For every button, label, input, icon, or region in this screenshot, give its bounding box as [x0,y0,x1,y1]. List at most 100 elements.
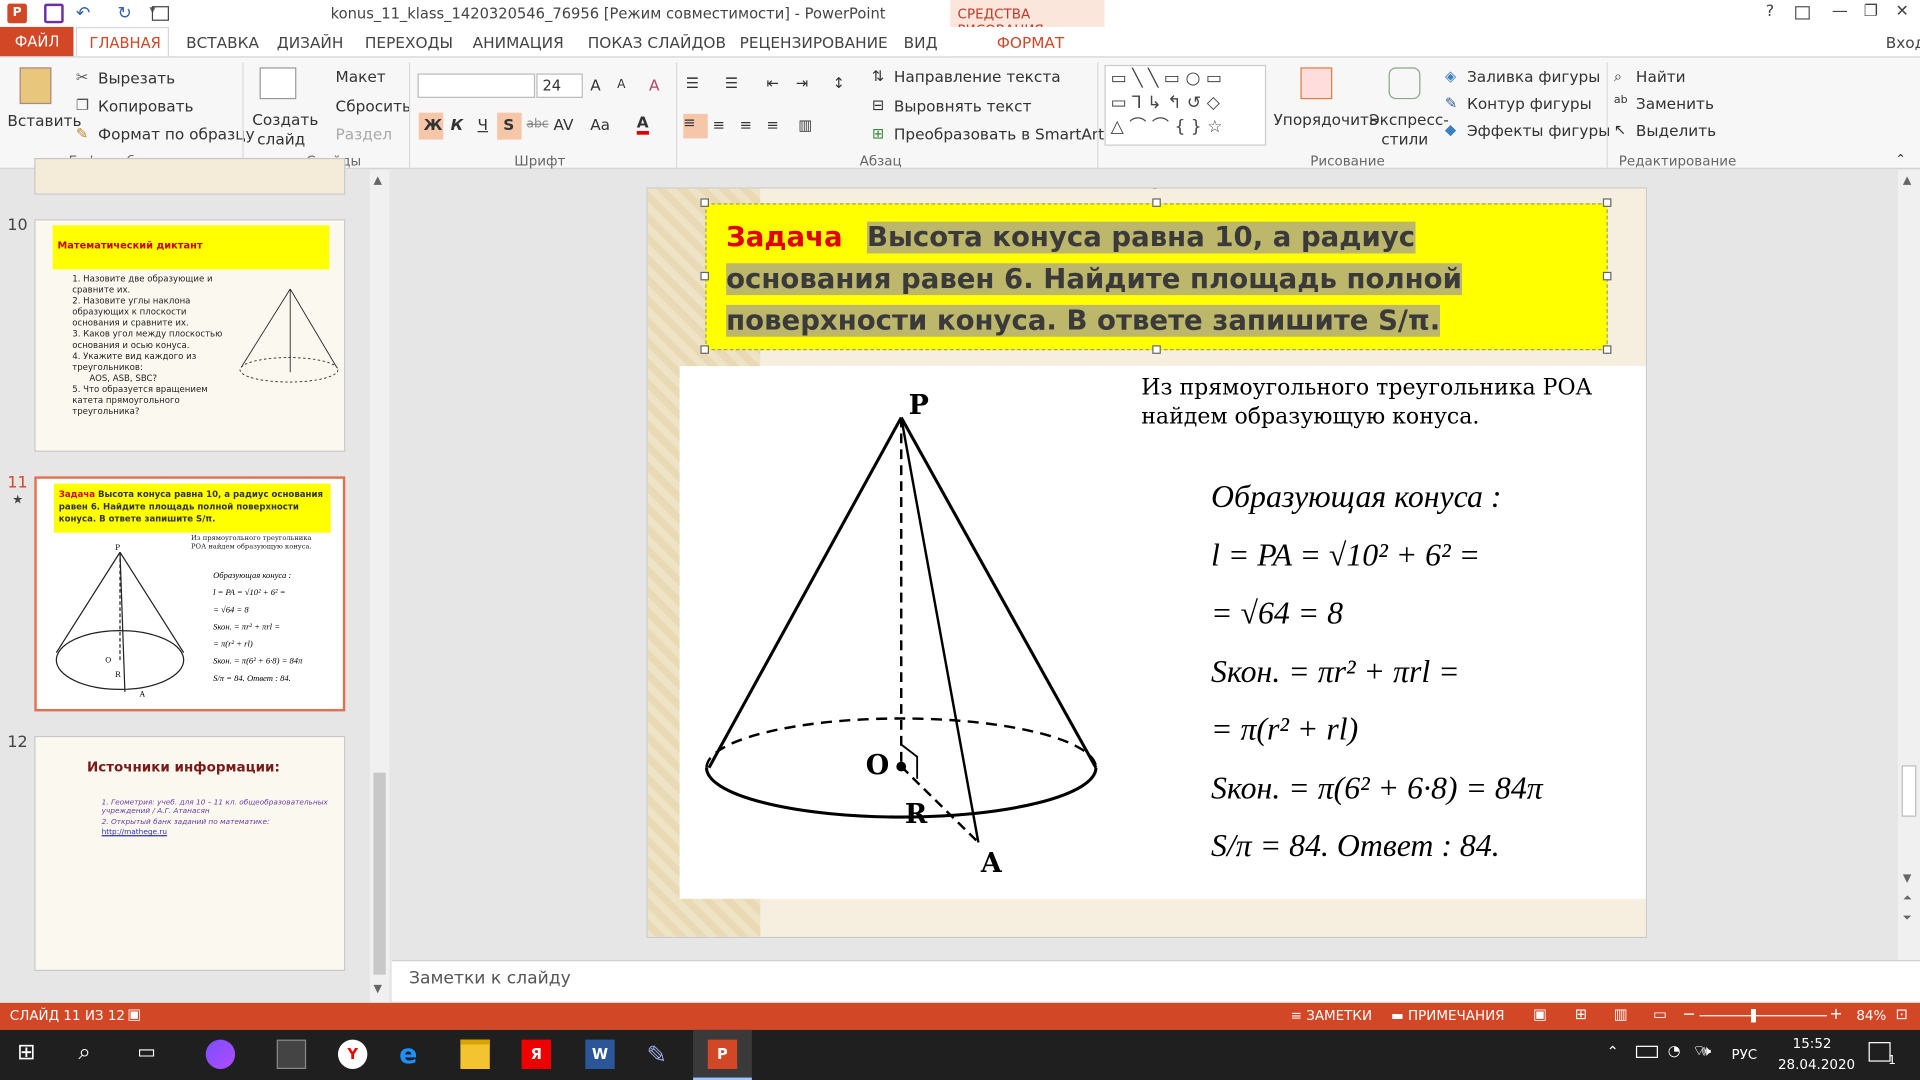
thumb-source-link[interactable]: http://mathege.ru [102,828,167,837]
undo-icon[interactable]: ↶ [76,4,96,24]
close-icon[interactable]: ✕ [1896,2,1909,20]
format-painter-button[interactable]: Формат по образцу [98,125,255,143]
word-icon[interactable]: W [585,1039,615,1069]
slide-sorter-icon[interactable]: ⊞ [1575,1005,1587,1022]
clock-time[interactable]: 15:52 [1793,1036,1832,1052]
scroll-up-icon[interactable]: ▲ [373,175,381,187]
scroll-down-icon[interactable]: ▼ [1903,873,1911,885]
next-slide-icon[interactable]: ⏷ [1903,912,1912,924]
justify-icon[interactable]: ≡ [767,116,787,136]
clock-date[interactable]: 28.04.2020 [1778,1057,1855,1073]
paint-icon[interactable]: ✎ [647,1040,676,1069]
numbering-icon[interactable]: ☰ [725,75,745,95]
slide-thumbnail-12[interactable]: Источники информации: 1. Геометрия: учеб… [34,735,346,972]
section-button[interactable]: Раздел [336,125,393,143]
arrange-button[interactable]: Упорядочить [1273,110,1378,128]
tab-home[interactable]: ГЛАВНАЯ [75,26,169,57]
quick-styles-icon[interactable] [1388,67,1421,100]
edge-icon[interactable]: e [399,1040,428,1071]
columns-icon[interactable]: ▥ [798,116,818,136]
slide-scrollbar[interactable]: ▲ ▼ ⏶ ⏷ [1897,170,1920,961]
formula-block[interactable]: Образующая конуса : l = PA = √10² + 6² =… [1211,468,1627,875]
new-slide-button[interactable]: Создать [252,110,318,128]
new-slide-icon[interactable] [259,67,297,100]
select-button[interactable]: Выделить [1636,121,1716,139]
input-language[interactable]: РУС [1731,1047,1757,1063]
resize-handle[interactable] [1602,198,1612,207]
shapes-gallery[interactable]: ▭ ╲ ╲ ▭ ○ ▭ ▭ ⅂ ↳ ↰ ↺ ◇ △ ⌒ ⌒ { } ☆ [1104,64,1267,146]
convert-smartart-button[interactable]: Преобразовать в SmartArt [894,125,1104,143]
slide-canvas[interactable]: Задача Высота конуса равна 10, а радиус … [646,187,1647,938]
comments-toggle[interactable]: ▬ ПРИМЕЧАНИЯ [1391,1008,1504,1024]
find-button[interactable]: Найти [1636,67,1686,85]
cut-button[interactable]: Вырезать [98,69,175,87]
rotate-handle-icon[interactable]: ↻ [1147,189,1161,195]
font-color-button[interactable]: A [636,113,649,135]
slideshow-view-icon[interactable]: ▭ [1653,1005,1667,1022]
resize-handle[interactable] [1152,345,1161,354]
bold-button[interactable]: Ж [418,112,444,140]
copy-button[interactable]: Копировать [98,97,194,115]
reading-view-icon[interactable]: ▥ [1614,1005,1628,1022]
char-spacing-button[interactable]: AV [553,115,573,133]
tab-insert[interactable]: ВСТАВКА [186,33,259,51]
align-text-button[interactable]: Выровнять текст [894,97,1032,115]
slide-thumbnail-9[interactable] [34,157,346,195]
powerpoint-icon[interactable]: P [707,1039,738,1069]
tab-slideshow[interactable]: ПОКАЗ СЛАЙДОВ [588,33,726,51]
previous-slide-icon[interactable]: ⏶ [1903,893,1912,905]
calculator-icon[interactable] [276,1039,307,1069]
quick-styles-button[interactable]: Экспресс- [1369,110,1449,128]
notes-pane[interactable]: Заметки к слайду [391,960,1920,1002]
shrink-font-icon[interactable]: A [617,78,625,91]
tab-file[interactable]: ФАЙЛ [0,26,74,57]
strikethrough-button[interactable]: abc [527,118,549,131]
thumbnails-scrollbar[interactable]: ▲ ▼ [369,170,390,1003]
volume-icon[interactable]: 🕪 [1702,1042,1731,1071]
shadow-button[interactable]: S [497,112,522,140]
ribbon-display-options-icon[interactable] [1795,6,1810,20]
reset-button[interactable]: Сбросить [336,97,412,115]
paste-icon[interactable] [19,67,52,105]
task-view-icon[interactable]: ▭ [137,1040,166,1069]
shape-outline-button[interactable]: Контур фигуры [1467,94,1592,112]
scroll-up-icon[interactable]: ▲ [1903,175,1911,187]
yandex-browser-icon[interactable]: Y [337,1039,368,1069]
show-hidden-icons-icon[interactable]: ⌃ [1607,1043,1636,1072]
quick-styles-button-line2[interactable]: стили [1381,130,1428,148]
bullets-icon[interactable]: ☰ [686,75,706,95]
text-direction-button[interactable]: Направление текста [894,67,1061,85]
file-explorer-icon[interactable] [460,1039,490,1069]
decrease-indent-icon[interactable]: ⇤ [767,75,787,95]
new-slide-button-line2[interactable]: слайд [257,130,305,148]
search-icon[interactable]: ⌕ [78,1040,107,1069]
zoom-slider-thumb[interactable] [1751,1008,1756,1023]
change-case-button[interactable]: Aa [590,115,610,133]
replace-button[interactable]: Заменить [1636,94,1714,112]
resize-handle[interactable] [700,198,709,207]
line-spacing-icon[interactable]: ↕ [833,75,853,95]
tab-transitions[interactable]: ПЕРЕХОДЫ [365,33,453,51]
sign-in-link[interactable]: Вход [1886,33,1920,51]
paste-button[interactable]: Вставить [7,111,81,129]
shape-effects-button[interactable]: Эффекты фигуры [1467,121,1610,139]
zoom-slider[interactable] [1699,1015,1827,1017]
intro-text[interactable]: Из прямоугольного треугольника РОА найде… [1141,373,1592,432]
windows-start-icon[interactable]: ⊞ [17,1040,46,1069]
minimize-icon[interactable]: — [1832,2,1848,20]
notes-toggle[interactable]: ≡ ЗАМЕТКИ [1291,1008,1372,1024]
save-icon[interactable] [44,3,64,24]
arrange-icon[interactable] [1300,67,1333,100]
scroll-thumb[interactable] [1901,765,1917,817]
tab-review[interactable]: РЕЦЕНЗИРОВАНИЕ [740,33,888,51]
tab-view[interactable]: ВИД [904,33,938,51]
redo-icon[interactable]: ↻ [118,4,138,24]
title-textbox[interactable]: Задача Высота конуса равна 10, а радиус … [705,203,1608,351]
resize-handle[interactable] [1602,345,1612,354]
tab-animations[interactable]: АНИМАЦИЯ [473,33,564,51]
yandex-icon[interactable]: Я [521,1039,552,1069]
increase-indent-icon[interactable]: ⇥ [796,75,816,95]
alice-icon[interactable] [205,1039,236,1069]
spellcheck-icon[interactable]: ▣ [127,1005,141,1022]
align-left-icon[interactable]: ≡ [683,113,708,139]
